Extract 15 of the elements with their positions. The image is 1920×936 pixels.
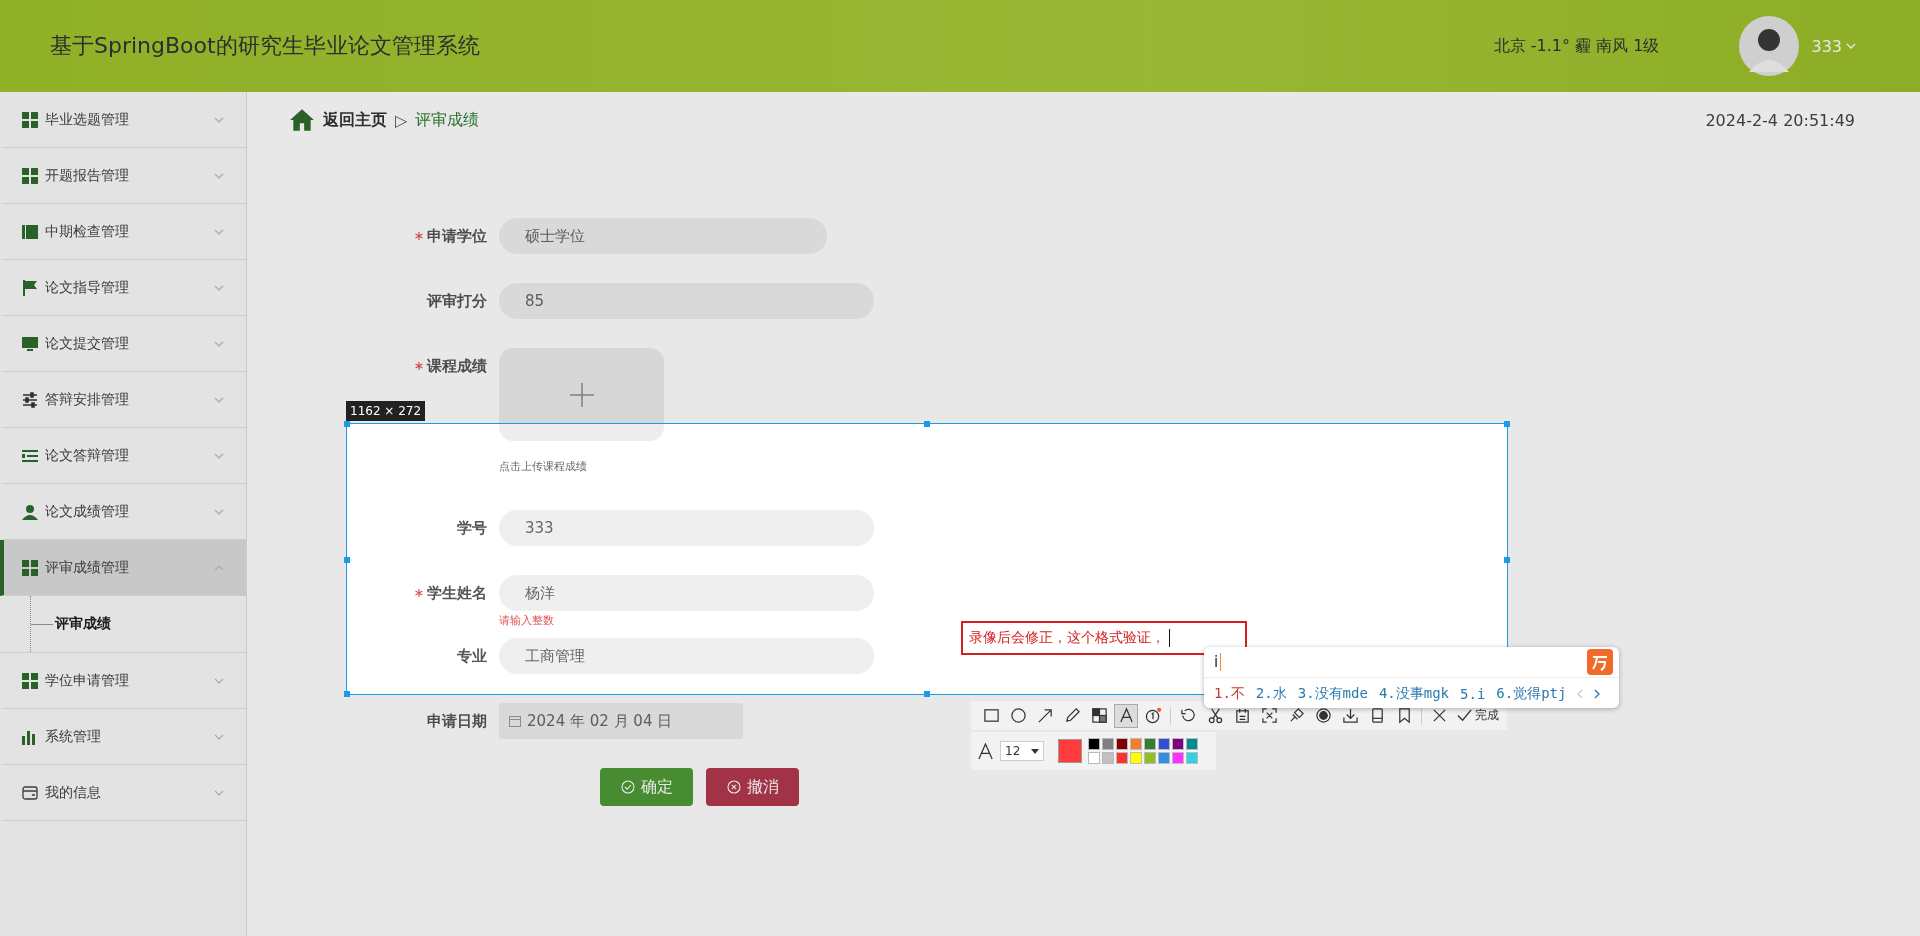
field-label: 专业 [457, 646, 487, 666]
field-label: 评审打分 [427, 291, 487, 311]
size-label: 1162 × 272 [346, 401, 426, 421]
field-label: 申请学位 [427, 226, 487, 246]
weather-text: 北京 -1.1° 霾 南风 1级 [1493, 35, 1660, 57]
app-title: 基于SpringBoot的研究生毕业论文管理系统 [50, 32, 481, 60]
field-label: 学生姓名 [427, 583, 487, 603]
breadcrumb-separator: ▷ [395, 110, 408, 130]
error-message: 请输入整数 [499, 613, 555, 629]
upload-hint: 点击上传课程成绩 [499, 460, 588, 474]
field-label: 学号 [457, 518, 487, 538]
field-label: 申请日期 [427, 711, 487, 731]
date-time: 2024-2-4 20:51:49 [1705, 110, 1855, 130]
field-label: 课程成绩 [427, 356, 487, 376]
breadcrumb-current: 评审成绩 [415, 109, 481, 131]
